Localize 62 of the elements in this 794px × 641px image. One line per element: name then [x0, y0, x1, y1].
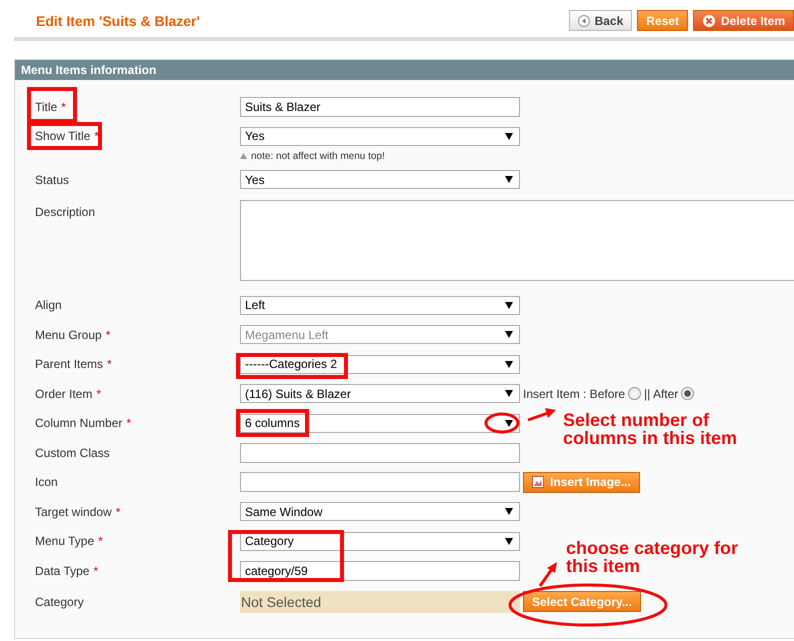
required-mark: *: [93, 564, 98, 578]
caret-icon: [505, 538, 513, 545]
annotation-note: Select number of columns in this item: [563, 411, 738, 447]
radio-button[interactable]: [628, 387, 642, 400]
required-mark: *: [107, 357, 112, 372]
annotation-note: choose category for this item: [566, 539, 738, 575]
required-mark: *: [126, 416, 132, 430]
field-label: Target window *: [35, 504, 122, 519]
select-field[interactable]: Yes: [240, 126, 520, 146]
image-icon: [532, 476, 544, 488]
select-field[interactable]: 6 columns: [240, 414, 520, 433]
back-icon: [578, 14, 590, 26]
caret-icon: [505, 176, 513, 184]
field-label: Menu Type *: [35, 534, 104, 548]
field-label: Category: [35, 594, 85, 608]
caret-icon: [505, 390, 513, 398]
text-field[interactable]: Suits & Blazer: [240, 96, 520, 117]
select-field[interactable]: Same Window: [240, 502, 520, 522]
field-label: Status: [35, 172, 70, 187]
back-button[interactable]: Back: [568, 10, 632, 31]
field-label: Description: [35, 204, 96, 218]
page-title: Edit Item 'Suits & Blazer': [36, 12, 200, 28]
caret-icon: [505, 508, 513, 516]
caret-icon: [505, 331, 513, 338]
annotation-ellipse: [484, 412, 520, 434]
triangle-icon: [240, 153, 247, 159]
field-label: Custom Class: [35, 446, 111, 460]
caret-icon: [505, 360, 513, 368]
close-icon: [702, 14, 716, 28]
text-field[interactable]: category/59: [240, 560, 520, 581]
select-field[interactable]: Yes: [240, 170, 520, 190]
field-label: Data Type *: [35, 564, 100, 578]
radio-button[interactable]: [681, 387, 694, 400]
annotation-arrow: [528, 408, 556, 422]
select-field[interactable]: Left: [240, 296, 520, 315]
caret-icon: [505, 420, 513, 427]
required-mark: *: [98, 534, 103, 548]
category-value: Not Selected: [240, 590, 520, 612]
text-field[interactable]: [240, 442, 520, 463]
field-label: Icon: [35, 475, 59, 490]
field-note: note: not affect with menu top!: [251, 150, 385, 162]
required-mark: *: [106, 328, 110, 342]
caret-icon: [505, 132, 513, 140]
panel-header: Menu Items information: [15, 60, 794, 80]
required-mark: *: [116, 504, 120, 519]
select-field[interactable]: Category: [240, 532, 520, 551]
select-field[interactable]: (116) Suits & Blazer: [240, 384, 520, 404]
select-field[interactable]: ------Categories 2: [240, 354, 520, 374]
field-label: Order Item *: [35, 386, 102, 401]
field-label: Menu Group *: [35, 328, 112, 342]
required-mark: *: [96, 386, 102, 401]
textarea-field[interactable]: [240, 200, 794, 280]
field-label: Parent Items *: [35, 357, 113, 372]
field-label: Align: [35, 298, 63, 312]
radio-label: || After: [644, 386, 678, 401]
radio-label: Insert Item : Before: [523, 386, 626, 401]
field-label: Title *: [35, 100, 67, 114]
text-field[interactable]: [240, 472, 520, 492]
annotation-arrow: [538, 562, 557, 587]
caret-icon: [505, 302, 513, 309]
required-mark: *: [61, 100, 66, 114]
field-label: Column Number *: [35, 416, 132, 430]
